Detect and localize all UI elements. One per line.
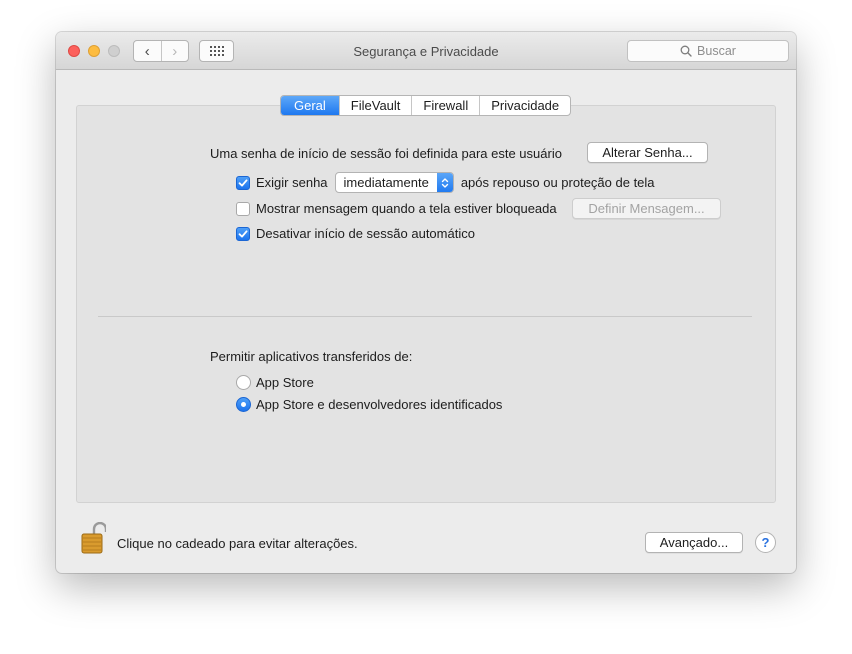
require-password-delay-select[interactable]: imediatamente	[334, 172, 454, 193]
show-message-row: Mostrar mensagem quando a tela estiver b…	[236, 201, 557, 216]
section-divider	[98, 316, 752, 317]
tab-privacidade[interactable]: Privacidade	[479, 96, 570, 115]
checkmark-icon	[238, 178, 248, 186]
back-button[interactable]: ‹	[134, 41, 161, 61]
window-title: Segurança e Privacidade	[353, 44, 499, 59]
checkmark-icon	[238, 229, 248, 237]
lock-hint-text: Clique no cadeado para evitar alterações…	[117, 536, 358, 551]
change-password-button[interactable]: Alterar Senha...	[587, 142, 708, 163]
disable-auto-login-checkbox[interactable]	[236, 226, 250, 241]
allow-apps-heading-row: Permitir aplicativos transferidos de:	[210, 349, 412, 364]
require-password-checkbox[interactable]	[236, 175, 250, 190]
password-set-row: Uma senha de início de sessão foi defini…	[210, 146, 562, 161]
help-icon: ?	[761, 535, 770, 550]
popup-arrows-icon	[436, 173, 453, 192]
delay-select-value: imediatamente	[343, 175, 429, 190]
tab-firewall[interactable]: Firewall	[411, 96, 479, 115]
padlock-button[interactable]	[80, 521, 108, 559]
grid-icon	[209, 46, 224, 56]
tab-bar: Geral FileVault Firewall Privacidade	[280, 95, 572, 116]
minimize-window-button[interactable]	[88, 45, 100, 57]
radio-app-store-row: App Store	[236, 375, 314, 390]
advanced-button[interactable]: Avançado...	[645, 532, 743, 553]
radio-app-store[interactable]	[236, 375, 251, 390]
show-all-preferences-button[interactable]	[199, 40, 234, 62]
password-set-label: Uma senha de início de sessão foi defini…	[210, 146, 562, 161]
chevron-right-icon: ›	[172, 42, 178, 60]
zoom-window-button[interactable]	[108, 45, 120, 57]
chevron-left-icon: ‹	[144, 42, 150, 60]
preferences-window: ‹ › Segurança e Privacidade Buscar Geral…	[56, 32, 796, 573]
search-icon	[680, 45, 692, 57]
titlebar: ‹ › Segurança e Privacidade Buscar	[56, 32, 796, 70]
radio-app-store-identified-row: App Store e desenvolvedores identificado…	[236, 397, 502, 412]
tab-geral[interactable]: Geral	[281, 96, 339, 115]
radio-app-store-identified-label: App Store e desenvolvedores identificado…	[256, 397, 503, 412]
tab-filevault[interactable]: FileVault	[338, 96, 412, 115]
search-field[interactable]: Buscar	[627, 40, 789, 62]
disable-auto-login-row: Desativar início de sessão automático	[236, 226, 475, 241]
forward-button[interactable]: ›	[160, 41, 189, 61]
require-password-label: Exigir senha	[256, 175, 328, 190]
require-password-row: Exigir senha imediatamente após repouso …	[236, 172, 655, 193]
set-message-button[interactable]: Definir Mensagem...	[572, 198, 721, 219]
search-placeholder: Buscar	[697, 44, 736, 58]
show-message-label: Mostrar mensagem quando a tela estiver b…	[256, 201, 557, 216]
padlock-icon	[81, 521, 108, 554]
radio-app-store-label: App Store	[256, 375, 314, 390]
history-navigation: ‹ ›	[133, 40, 189, 62]
close-window-button[interactable]	[68, 45, 80, 57]
show-message-checkbox[interactable]	[236, 201, 250, 216]
allow-apps-heading: Permitir aplicativos transferidos de:	[210, 349, 413, 364]
disable-auto-login-label: Desativar início de sessão automático	[256, 226, 475, 241]
radio-app-store-identified[interactable]	[236, 397, 251, 412]
require-password-suffix: após repouso ou proteção de tela	[460, 175, 655, 190]
help-button[interactable]: ?	[755, 532, 776, 553]
tab-content-panel	[76, 105, 776, 503]
